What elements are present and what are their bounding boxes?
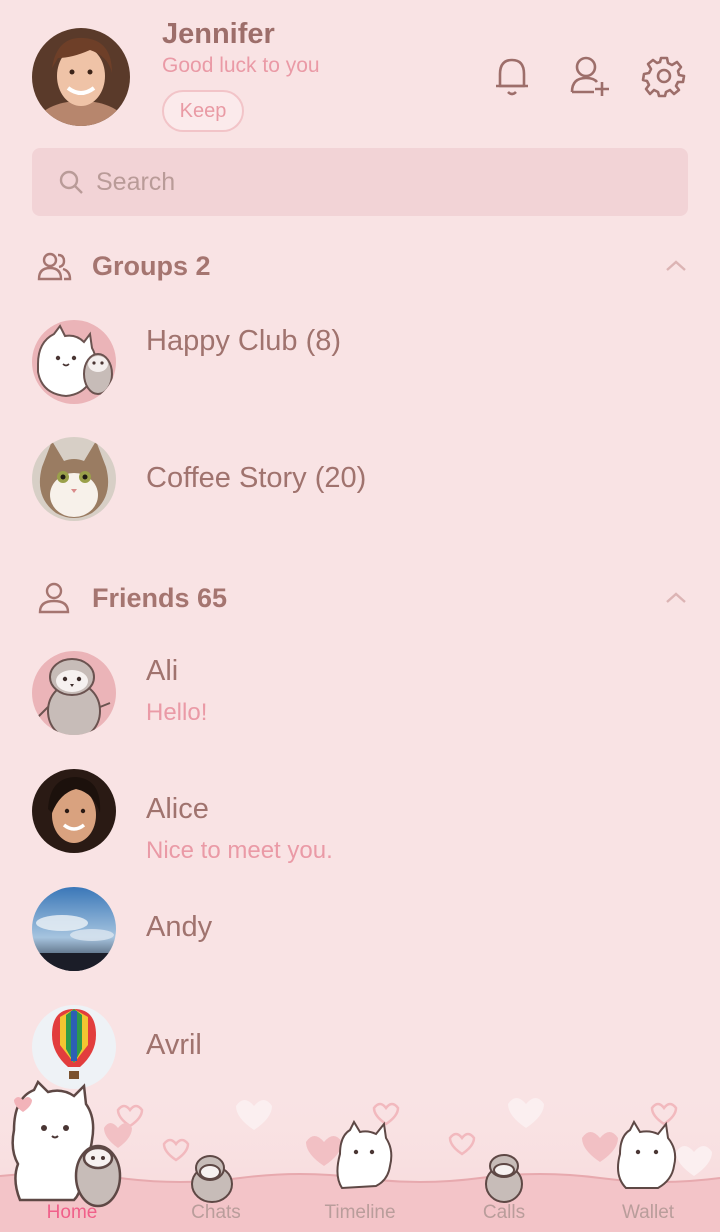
friend-avatar [32, 769, 116, 853]
friend-name: Andy [146, 911, 213, 943]
friend-row-ali[interactable]: Ali Hello! [0, 651, 720, 771]
tab-home[interactable]: Home [0, 1202, 144, 1224]
friend-status-message: Nice to meet you. [146, 837, 333, 864]
friend-avatar [32, 1005, 116, 1089]
search-bar[interactable] [32, 148, 688, 216]
group-avatar [32, 320, 116, 404]
chevron-up-icon[interactable] [662, 252, 690, 280]
bottom-tab-bar: Home Chats Timeline Calls Wallet [0, 1080, 720, 1232]
person-icon [36, 580, 72, 616]
add-friend-icon[interactable] [566, 52, 614, 100]
groups-section-title: Groups 2 [92, 250, 211, 281]
tab-timeline[interactable]: Timeline [288, 1202, 432, 1224]
profile-name: Jennifer [162, 18, 275, 50]
friend-row-andy[interactable]: Andy [0, 887, 720, 1007]
tab-chats[interactable]: Chats [144, 1202, 288, 1224]
group-icon [36, 248, 72, 284]
friend-avatar [32, 651, 116, 735]
tab-wallet[interactable]: Wallet [576, 1202, 720, 1224]
bell-icon[interactable] [488, 52, 536, 100]
profile-status-message[interactable]: Good luck to you [162, 54, 320, 78]
friend-name: Avril [146, 1029, 202, 1061]
friend-name: Ali [146, 655, 179, 687]
groups-section-header[interactable]: Groups 2 [0, 236, 720, 296]
group-avatar [32, 437, 116, 521]
keep-button[interactable]: Keep [162, 90, 244, 132]
friend-status-message: Hello! [146, 699, 208, 726]
gear-icon[interactable] [640, 52, 688, 100]
group-row-coffee-story[interactable]: Coffee Story (20) [0, 437, 720, 557]
profile-avatar[interactable] [32, 28, 130, 126]
friend-name: Alice [146, 793, 209, 825]
group-row-happy-club[interactable]: Happy Club (8) [0, 320, 720, 440]
group-name: Happy Club (8) [146, 325, 342, 357]
chevron-up-icon[interactable] [662, 584, 690, 612]
friends-section-title: Friends 65 [92, 582, 228, 613]
friends-section-header[interactable]: Friends 65 [0, 568, 720, 628]
friend-row-alice[interactable]: Alice Nice to meet you. [0, 769, 720, 889]
friend-avatar [32, 887, 116, 971]
group-name: Coffee Story (20) [146, 462, 367, 494]
search-input[interactable] [96, 167, 656, 197]
tab-calls[interactable]: Calls [432, 1202, 576, 1224]
search-icon [56, 167, 86, 197]
